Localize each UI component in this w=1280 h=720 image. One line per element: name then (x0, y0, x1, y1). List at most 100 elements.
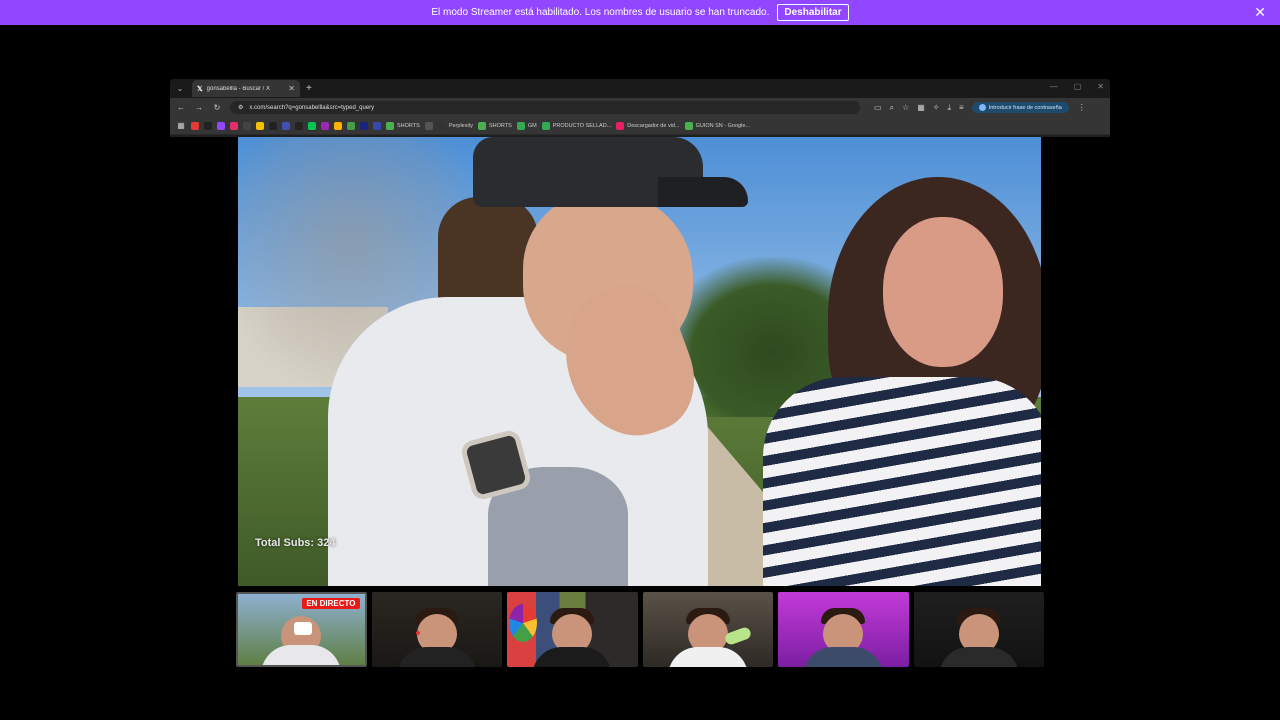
zoom-icon[interactable]: ⌕ (890, 103, 894, 113)
menu-icon[interactable]: ⋮ (1077, 103, 1087, 112)
streamer-shirt (667, 647, 748, 667)
streamer-shirt (532, 647, 613, 667)
apps-icon[interactable]: ▦ (176, 121, 186, 130)
stream-thumbnail[interactable] (913, 592, 1045, 667)
bookmark-item[interactable] (295, 121, 303, 130)
bookmark-item[interactable] (373, 121, 381, 130)
bookmark-favicon-icon (191, 121, 199, 130)
cast-icon[interactable]: ▭ (874, 103, 882, 113)
bookmarks-bar: ▦ SHORTS Perplexity SHORTS GM PRODUCTO SELLA… (170, 117, 1110, 135)
prize-wheel-icon (509, 604, 538, 642)
streamer-mode-message: El modo Streamer está habilitado. Los no… (431, 7, 770, 18)
bookmark-star-icon[interactable]: ☆ (902, 103, 909, 113)
bookmark-favicon-icon (516, 121, 525, 130)
window-close-icon[interactable]: ✕ (1097, 82, 1104, 91)
bookmark-favicon-icon (541, 121, 550, 130)
bookmark-favicon-icon (282, 121, 290, 130)
bookmark-item[interactable] (230, 121, 238, 130)
bookmark-favicon-icon (321, 121, 329, 130)
bookmark-item[interactable] (334, 121, 342, 130)
bookmark-item[interactable]: GM (516, 121, 537, 130)
video-frame[interactable]: Total Subs: 324 (238, 137, 1041, 586)
bookmark-label: Descargador de vid... (627, 122, 680, 129)
bookmark-label: Perplexity (448, 122, 473, 129)
bookmark-favicon-icon (386, 121, 394, 130)
download-icon[interactable]: ⤓ (947, 103, 951, 113)
bookmark-item[interactable]: PRODUCTO SELLAD... (541, 121, 612, 130)
streamer-shirt (938, 647, 1019, 667)
bookmark-item[interactable] (191, 121, 199, 130)
bookmark-favicon-icon (230, 121, 238, 130)
streamer-shirt (261, 645, 342, 665)
bookmark-favicon-icon (437, 121, 446, 130)
stream-thumbnail[interactable] (371, 592, 503, 667)
bookmark-item[interactable]: GUION SN - Google... (684, 121, 750, 130)
bookmark-item[interactable] (424, 121, 433, 130)
url-text: x.com/search?q=gonsabellla&src=typed_que… (249, 104, 375, 111)
browser-tab-bar: ⌄ 𝕏 gonsabellla - Buscar / X ✕ + — ▢ ✕ (170, 79, 1110, 98)
bookmark-favicon-icon (373, 121, 381, 130)
second-person-face (883, 217, 1003, 367)
reload-icon[interactable]: ↻ (212, 103, 222, 112)
disable-streamer-mode-button[interactable]: Deshabilitar (777, 4, 849, 21)
forward-icon[interactable]: → (194, 103, 204, 112)
site-info-icon[interactable]: ⚙ (238, 104, 243, 111)
bookmark-item[interactable] (256, 121, 264, 130)
x-logo-icon: 𝕏 (197, 85, 203, 93)
bookmark-item[interactable] (204, 121, 212, 130)
minimize-icon[interactable]: — (1050, 82, 1058, 91)
extension-icon[interactable]: ▦ (917, 103, 925, 113)
puzzle-icon[interactable]: ✧ (933, 103, 940, 113)
bookmark-favicon-icon (360, 121, 368, 130)
recording-light-icon (415, 631, 420, 635)
bookmark-favicon-icon (347, 121, 355, 130)
bookmark-item[interactable] (360, 121, 368, 130)
drink-can (723, 625, 752, 647)
bookmark-favicon-icon (424, 121, 433, 130)
tab-title: gonsabellla - Buscar / X (206, 85, 271, 92)
cap-bill (658, 177, 748, 207)
bookmark-item[interactable]: Perplexity (437, 121, 473, 130)
bookmark-favicon-icon (684, 121, 693, 130)
bookmark-favicon-icon (256, 121, 264, 130)
stream-thumbnail[interactable] (507, 592, 638, 667)
close-icon[interactable]: ✕ (1254, 5, 1266, 19)
browser-tab[interactable]: 𝕏 gonsabellla - Buscar / X ✕ (192, 80, 300, 97)
bookmark-item[interactable]: Descargador de vid... (616, 121, 680, 130)
stream-thumbnails: EN DIRECTO (236, 592, 1045, 667)
tab-close-icon[interactable]: ✕ (288, 84, 295, 93)
bookmark-label: GUION SN - Google... (695, 122, 750, 129)
bookmark-item[interactable] (347, 121, 355, 130)
window-controls: — ▢ ✕ (1050, 82, 1104, 91)
bookmark-item[interactable] (321, 121, 329, 130)
media-icon[interactable]: ≡ (959, 103, 964, 113)
bookmark-item[interactable]: SHORTS (477, 121, 512, 130)
back-icon[interactable]: ← (176, 103, 186, 112)
profile-icon (978, 104, 986, 111)
bookmark-item[interactable] (308, 121, 316, 130)
bookmark-favicon-icon (217, 121, 225, 130)
password-prompt-label: Introducir frase de contraseña (988, 104, 1062, 111)
chat-bubble-icon (294, 622, 312, 635)
total-subs-overlay: Total Subs: 324 (255, 537, 336, 549)
bookmark-favicon-icon (204, 121, 212, 130)
new-tab-icon[interactable]: + (306, 83, 312, 94)
bookmark-item[interactable] (243, 121, 251, 130)
streamer-mode-banner: El modo Streamer está habilitado. Los no… (0, 0, 1280, 25)
bookmark-item[interactable]: SHORTS (386, 121, 420, 130)
tab-search-icon[interactable]: ⌄ (174, 83, 186, 95)
bookmark-favicon-icon (269, 121, 277, 130)
live-badge: EN DIRECTO (302, 598, 360, 609)
password-prompt-pill[interactable]: Introducir frase de contraseña (971, 102, 1069, 113)
address-bar-row: ← → ↻ ⚙ x.com/search?q=gonsabellla&src=t… (170, 98, 1110, 117)
stream-thumbnail[interactable] (778, 592, 909, 667)
stream-thumbnail[interactable]: EN DIRECTO (236, 592, 367, 667)
bookmark-label: PRODUCTO SELLAD... (552, 122, 612, 129)
bookmark-item[interactable] (217, 121, 225, 130)
bookmark-favicon-icon (295, 121, 303, 130)
maximize-icon[interactable]: ▢ (1074, 82, 1082, 91)
bookmark-item[interactable] (269, 121, 277, 130)
stream-thumbnail[interactable] (642, 592, 774, 667)
bookmark-item[interactable] (282, 121, 290, 130)
url-field[interactable]: ⚙ x.com/search?q=gonsabellla&src=typed_q… (230, 101, 860, 114)
